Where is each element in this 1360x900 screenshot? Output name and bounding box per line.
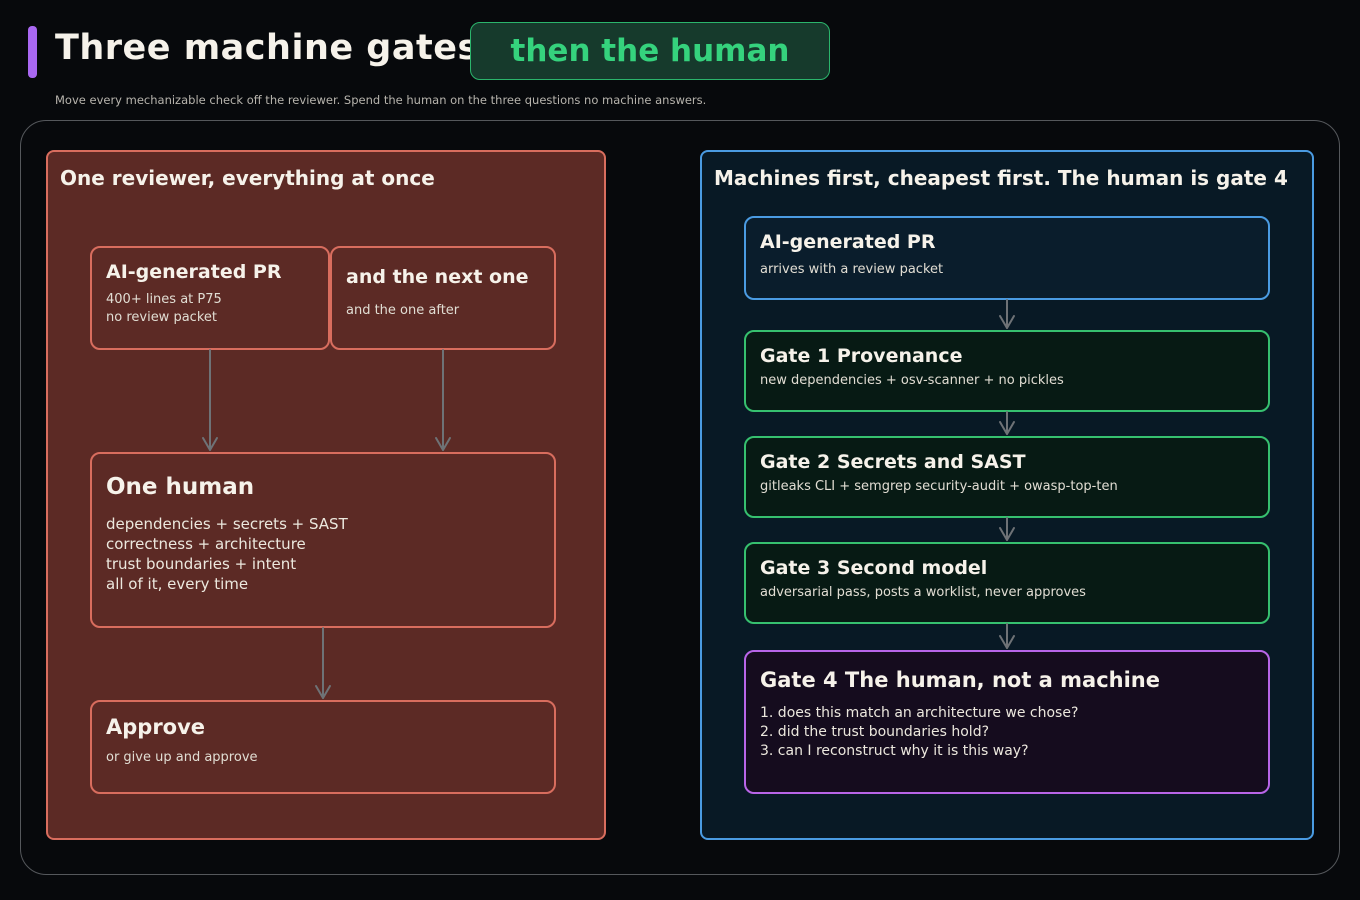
- one-human-line: correctness + architecture: [106, 535, 306, 553]
- gate-2-sub: gitleaks CLI + semgrep security-audit + …: [760, 479, 1118, 494]
- gate-3-sub: adversarial pass, posts a worklist, neve…: [760, 585, 1086, 600]
- one-human-line: trust boundaries + intent: [106, 555, 297, 573]
- one-human-title: One human: [106, 474, 255, 500]
- right-pr-title: AI-generated PR: [760, 231, 936, 253]
- gate-1-sub: new dependencies + osv-scanner + no pick…: [760, 373, 1064, 388]
- next-pr-title: and the next one: [346, 266, 529, 288]
- page-title: Three machine gates: [55, 28, 479, 68]
- left-pr-title: AI-generated PR: [106, 261, 282, 283]
- right-pr-sub: arrives with a review packet: [760, 262, 944, 277]
- right-pr-node: AI-generated PR arrives with a review pa…: [744, 216, 1270, 300]
- gate-2-node: Gate 2 Secrets and SAST gitleaks CLI + s…: [744, 436, 1270, 518]
- gate-4-questions: 1. does this match an architecture we ch…: [760, 704, 1254, 761]
- left-pr-line: 400+ lines at P75: [106, 292, 222, 307]
- page-subtitle: Move every mechanizable check off the re…: [55, 93, 707, 107]
- one-human-line: dependencies + secrets + SAST: [106, 515, 348, 533]
- next-pr-node: and the next one and the one after: [330, 246, 556, 350]
- gate-4-question: 1. does this match an architecture we ch…: [760, 705, 1079, 721]
- left-pr-detail: 400+ lines at P75 no review packet: [106, 291, 314, 327]
- left-panel-title: One reviewer, everything at once: [60, 166, 435, 190]
- gate-4-node: Gate 4 The human, not a machine 1. does …: [744, 650, 1270, 794]
- gate-4-question: 2. did the trust boundaries hold?: [760, 724, 990, 740]
- gate-1-title: Gate 1 Provenance: [760, 345, 963, 367]
- one-human-list: dependencies + secrets + SAST correctnes…: [106, 514, 540, 594]
- one-human-node: One human dependencies + secrets + SAST …: [90, 452, 556, 628]
- gate-1-node: Gate 1 Provenance new dependencies + osv…: [744, 330, 1270, 412]
- right-panel-title: Machines first, cheapest first. The huma…: [714, 166, 1288, 190]
- left-pr-node: AI-generated PR 400+ lines at P75 no rev…: [90, 246, 330, 350]
- approve-title: Approve: [106, 715, 206, 739]
- title-pill: then the human: [470, 22, 830, 80]
- gate-3-node: Gate 3 Second model adversarial pass, po…: [744, 542, 1270, 624]
- gate-4-title: Gate 4 The human, not a machine: [760, 668, 1160, 692]
- one-human-line: all of it, every time: [106, 575, 249, 593]
- left-pr-line: no review packet: [106, 310, 217, 325]
- gate-4-question: 3. can I reconstruct why it is this way?: [760, 743, 1029, 759]
- gate-3-title: Gate 3 Second model: [760, 557, 988, 579]
- title-accent-bar: [28, 26, 37, 78]
- gate-2-title: Gate 2 Secrets and SAST: [760, 451, 1026, 473]
- approve-node: Approve or give up and approve: [90, 700, 556, 794]
- next-pr-sub: and the one after: [346, 303, 460, 318]
- approve-sub: or give up and approve: [106, 750, 258, 765]
